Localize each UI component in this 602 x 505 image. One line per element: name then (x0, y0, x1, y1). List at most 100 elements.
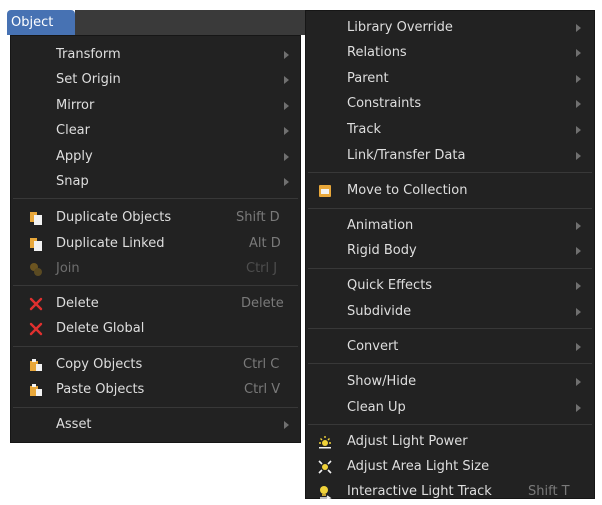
shortcut-text: Ctrl C (243, 357, 280, 372)
menu-item-relations[interactable]: Relations (306, 41, 594, 65)
light-power-icon (319, 436, 331, 449)
menu-item-label: Adjust Area Light Size (347, 459, 490, 474)
submenu-arrow-icon (284, 51, 289, 59)
menu-item-rigid-body[interactable]: Rigid Body (306, 239, 594, 263)
menu-item-label: Copy Objects (56, 357, 143, 372)
area-light-size-icon (318, 460, 332, 474)
menu-item-label: Set Origin (56, 72, 121, 87)
submenu-arrow-icon (284, 178, 289, 186)
duplicate-icon (30, 212, 42, 225)
menu-item-label: Clear (56, 123, 90, 138)
menu-item-apply[interactable]: Apply (11, 145, 300, 169)
submenu-arrow-icon (576, 75, 581, 83)
menu-separator (13, 198, 298, 199)
menu-item-label: Delete (56, 296, 99, 311)
menu-item-paste-objects[interactable]: Paste Objects Ctrl V (11, 378, 300, 402)
menu-item-track[interactable]: Track (306, 118, 594, 142)
menu-item-constraints[interactable]: Constraints (306, 92, 594, 116)
submenu-arrow-icon (284, 102, 289, 110)
menu-separator (308, 328, 592, 329)
menu-separator (13, 346, 298, 347)
menu-item-adjust-light-power[interactable]: Adjust Light Power (306, 430, 594, 454)
menu-item-duplicate-linked[interactable]: Duplicate Linked Alt D (11, 232, 300, 256)
submenu-arrow-icon (576, 404, 581, 412)
submenu-arrow-icon (284, 127, 289, 135)
object-menu-left: Transform Set Origin Mirror Clear Apply … (10, 35, 301, 443)
submenu-arrow-icon (576, 247, 581, 255)
menu-separator (308, 424, 592, 425)
menu-item-clear[interactable]: Clear (11, 119, 300, 143)
menu-item-label: Library Override (347, 20, 453, 35)
submenu-arrow-icon (576, 222, 581, 230)
duplicate-linked-icon (30, 238, 42, 251)
shortcut-text: Shift D (236, 210, 280, 225)
menu-item-label: Mirror (56, 98, 95, 113)
object-menu-button[interactable]: Object (7, 10, 75, 35)
menu-item-link-transfer-data[interactable]: Link/Transfer Data (306, 144, 594, 168)
submenu-arrow-icon (576, 378, 581, 386)
menu-item-label: Animation (347, 218, 414, 233)
menu-item-convert[interactable]: Convert (306, 335, 594, 359)
menu-item-label: Show/Hide (347, 374, 417, 389)
submenu-arrow-icon (576, 100, 581, 108)
join-icon (30, 263, 42, 276)
menu-separator (308, 268, 592, 269)
menu-item-animation[interactable]: Animation (306, 214, 594, 238)
copy-clipboard-icon (30, 359, 42, 371)
menu-item-label: Transform (56, 47, 121, 62)
menu-item-label: Quick Effects (347, 278, 433, 293)
menu-item-join[interactable]: Join Ctrl J (11, 257, 300, 281)
collection-icon (319, 185, 331, 197)
shortcut-text: Delete (241, 296, 284, 311)
submenu-arrow-icon (576, 126, 581, 134)
paste-clipboard-icon (30, 384, 42, 396)
menu-item-label: Snap (56, 174, 89, 189)
menu-item-mirror[interactable]: Mirror (11, 94, 300, 118)
menu-item-subdivide[interactable]: Subdivide (306, 300, 594, 324)
menu-item-transform[interactable]: Transform (11, 43, 300, 67)
menu-item-delete-global[interactable]: Delete Global (11, 317, 300, 341)
menu-item-label: Relations (347, 45, 407, 60)
menu-item-delete[interactable]: Delete Delete (11, 292, 300, 316)
menu-separator (308, 172, 592, 173)
menu-item-label: Move to Collection (347, 183, 468, 198)
menu-item-label: Parent (347, 71, 389, 86)
menu-separator (13, 407, 298, 408)
header-bar (75, 10, 305, 35)
menu-item-clean-up[interactable]: Clean Up (306, 396, 594, 420)
menu-item-duplicate-objects[interactable]: Duplicate Objects Shift D (11, 206, 300, 230)
menu-item-label: Paste Objects (56, 382, 145, 397)
menu-item-label: Constraints (347, 96, 422, 111)
menu-item-copy-objects[interactable]: Copy Objects Ctrl C (11, 353, 300, 377)
object-menu-right: Library Override Relations Parent Constr… (305, 10, 595, 499)
submenu-arrow-icon (284, 153, 289, 161)
menu-item-interactive-light-track[interactable]: Interactive Light Track Shift T (306, 480, 594, 504)
menu-item-label: Convert (347, 339, 399, 354)
submenu-arrow-icon (576, 308, 581, 316)
menu-item-label: Link/Transfer Data (347, 148, 466, 163)
menu-item-label: Asset (56, 417, 92, 432)
menu-item-label: Join (56, 261, 80, 276)
submenu-arrow-icon (576, 343, 581, 351)
menu-item-move-to-collection[interactable]: Move to Collection (306, 179, 594, 203)
menu-item-parent[interactable]: Parent (306, 67, 594, 91)
menu-item-label: Delete Global (56, 321, 145, 336)
menu-item-label: Subdivide (347, 304, 412, 319)
menu-item-label: Track (347, 122, 382, 137)
menu-item-label: Interactive Light Track (347, 484, 492, 499)
submenu-arrow-icon (576, 282, 581, 290)
menu-item-show-hide[interactable]: Show/Hide (306, 370, 594, 394)
shortcut-text: Ctrl V (244, 382, 281, 397)
submenu-arrow-icon (284, 76, 289, 84)
menu-item-label: Apply (56, 149, 93, 164)
menu-separator (308, 363, 592, 364)
menu-item-quick-effects[interactable]: Quick Effects (306, 274, 594, 298)
menu-item-adjust-area-light-size[interactable]: Adjust Area Light Size (306, 455, 594, 479)
menu-item-asset[interactable]: Asset (11, 413, 300, 437)
menu-item-set-origin[interactable]: Set Origin (11, 68, 300, 92)
shortcut-text: Ctrl J (246, 261, 278, 276)
menu-item-library-override[interactable]: Library Override (306, 16, 594, 40)
submenu-arrow-icon (284, 421, 289, 429)
shortcut-text: Shift T (528, 484, 570, 499)
menu-item-snap[interactable]: Snap (11, 170, 300, 194)
